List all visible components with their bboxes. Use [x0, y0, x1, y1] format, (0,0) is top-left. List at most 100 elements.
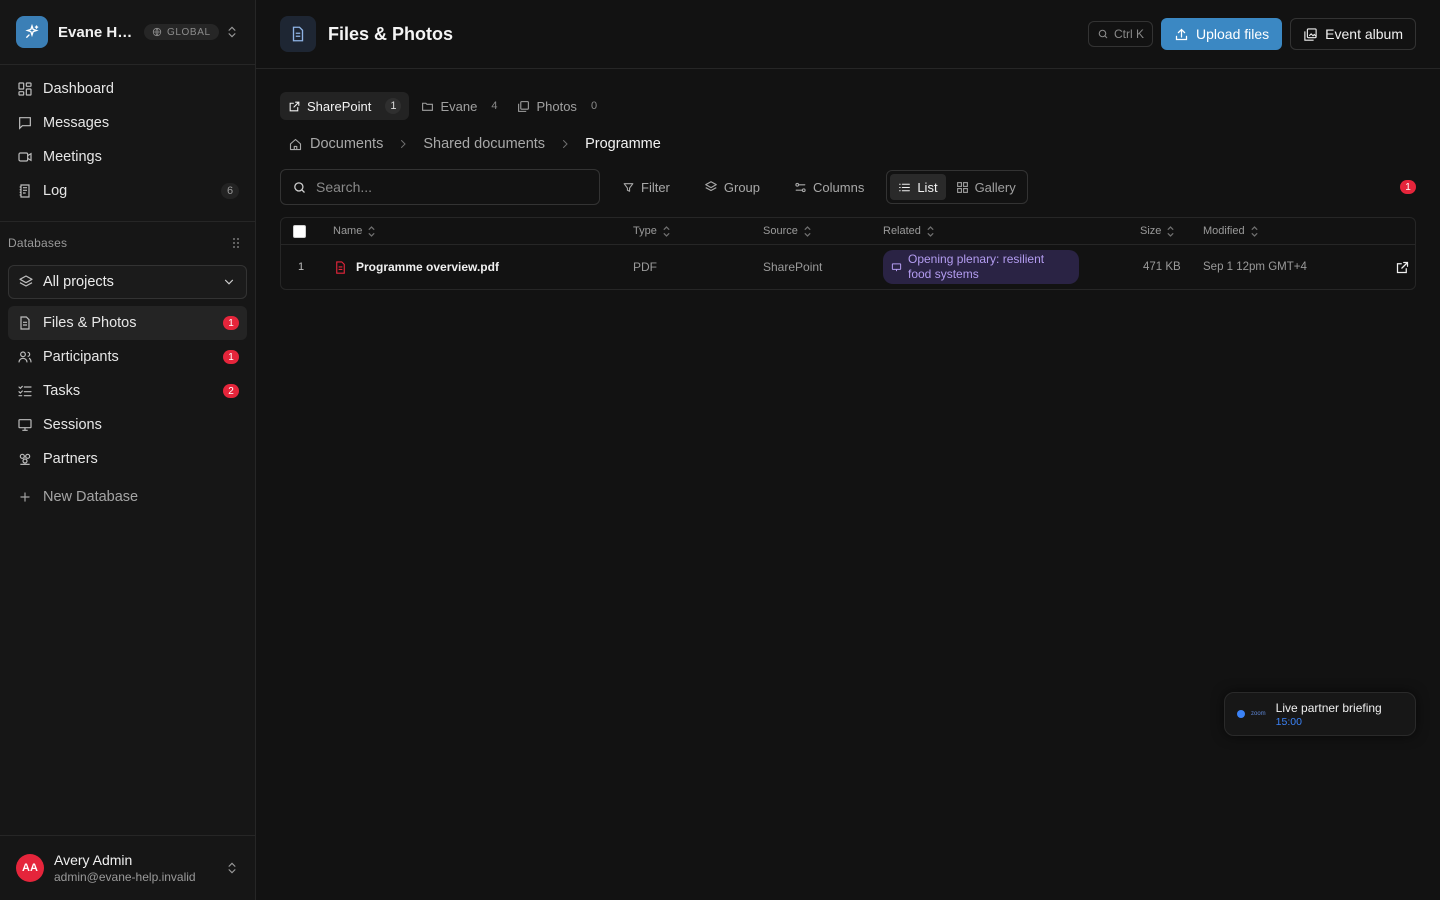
sidebar-item-tasks[interactable]: Tasks 2 [8, 374, 247, 408]
upload-files-button[interactable]: Upload files [1161, 18, 1283, 50]
filter-button[interactable]: Filter [614, 173, 678, 201]
tab-count: 0 [590, 100, 598, 112]
tab-sharepoint[interactable]: SharePoint 1 [280, 92, 410, 120]
columns-icon [795, 182, 806, 192]
tab-count: 4 [491, 100, 498, 112]
database-nav: Files & Photos 1 Participants 1 Tasks 2 … [0, 306, 255, 514]
tab-count: 1 [385, 98, 402, 114]
sidebar-item-files-photos[interactable]: Files & Photos 1 [8, 306, 247, 340]
nav-item-log[interactable]: Log 6 [8, 174, 247, 208]
document-icon [280, 16, 316, 52]
filter-label: Filter [641, 179, 670, 195]
column-label: Source [763, 225, 798, 237]
databases-heading: Databases [8, 236, 68, 250]
handshake-icon [16, 450, 34, 468]
nav-item-messages[interactable]: Messages [8, 106, 247, 140]
nav-item-label: Messages [43, 115, 110, 131]
users-icon [16, 348, 34, 366]
tab-photos[interactable]: Photos 0 [509, 92, 605, 120]
event-album-button[interactable]: Event album [1290, 18, 1416, 50]
columns-label: Columns [813, 179, 865, 195]
columns-button[interactable]: Columns [786, 173, 872, 201]
gallery-view-button[interactable]: Gallery [948, 174, 1024, 200]
sidebar-item-label: Tasks [43, 383, 81, 399]
file-name-cell[interactable]: Programme overview.pdf [333, 260, 499, 275]
chevrons-up-down-icon[interactable] [225, 861, 239, 875]
column-label: Type [633, 225, 657, 237]
toast-time: 15:00 [1275, 715, 1302, 728]
project-select[interactable]: All projects [8, 265, 247, 299]
related-cell: Opening plenary: resilient food systems [883, 250, 1079, 284]
chevron-right-icon [397, 138, 409, 150]
table-toolbar: Search... Filter Group Columns List Gall… [280, 169, 1416, 205]
nav-item-label: Log [43, 183, 68, 199]
select-all-checkbox[interactable] [293, 224, 306, 238]
chevrons-up-down-icon[interactable] [225, 25, 239, 39]
shortcut-label: Ctrl K [1114, 27, 1145, 41]
sidebar: Evane He... GLOBAL Dashboard Messages Me… [0, 0, 256, 900]
user-menu[interactable]: AA Avery Admin admin@evane-help.invalid [0, 835, 255, 900]
photos-icon [518, 100, 530, 112]
layers-icon [705, 181, 717, 192]
column-header-related[interactable]: Related [883, 225, 935, 237]
notification-badge: 1 [223, 350, 239, 364]
toast-text: Live partner briefing 15:00 [1276, 701, 1382, 728]
column-label: Modified [1203, 225, 1245, 237]
tab-label: Evane [440, 98, 478, 114]
nav-item-dashboard[interactable]: Dashboard [8, 72, 247, 106]
main-nav: Dashboard Messages Meetings Log 6 [0, 65, 255, 208]
table-header: Name Type Source Related Size Modified [281, 218, 1415, 245]
open-external-icon[interactable] [1395, 260, 1410, 275]
breadcrumb: Documents Shared documents Programme [280, 133, 1416, 155]
new-database-button[interactable]: New Database [8, 480, 247, 514]
plus-icon [16, 488, 34, 506]
column-header-name[interactable]: Name [333, 225, 376, 237]
header-actions: Ctrl K Upload files Event album [1088, 18, 1416, 50]
message-icon [16, 114, 34, 132]
table-row[interactable]: 1 Programme overview.pdf PDF SharePoint … [281, 245, 1415, 289]
home-icon[interactable] [288, 137, 303, 152]
breadcrumb-documents[interactable]: Documents [310, 136, 383, 152]
folder-icon [422, 102, 434, 111]
event-album-label: Event album [1325, 26, 1403, 42]
layers-icon [18, 274, 34, 290]
live-indicator [1237, 710, 1245, 718]
log-count: 6 [221, 183, 239, 199]
workspace-logo-icon [16, 16, 48, 48]
nav-item-meetings[interactable]: Meetings [8, 140, 247, 174]
sidebar-item-partners[interactable]: Partners [8, 442, 247, 476]
gallery-icon [1304, 27, 1317, 41]
column-header-type[interactable]: Type [633, 225, 671, 237]
related-session-chip[interactable]: Opening plenary: resilient food systems [883, 250, 1079, 284]
tab-evane[interactable]: Evane 4 [413, 92, 505, 120]
file-size: 471 KB [1143, 261, 1181, 273]
list-label: List [917, 179, 938, 195]
workspace-switcher[interactable]: Evane He... GLOBAL [0, 0, 255, 65]
related-line-1: Opening plenary: resilient [908, 252, 1045, 266]
dashboard-icon [16, 80, 34, 98]
pdf-file-icon [336, 260, 345, 274]
breadcrumb-shared-documents[interactable]: Shared documents [423, 136, 545, 152]
column-header-source[interactable]: Source [763, 225, 812, 237]
drag-handle-icon[interactable] [231, 237, 241, 249]
search-placeholder: Search... [316, 179, 373, 195]
files-view: SharePoint 1 Evane 4 Photos 0 Documents [256, 69, 1440, 290]
column-label: Size [1140, 225, 1162, 237]
command-search-button[interactable]: Ctrl K [1088, 21, 1154, 47]
search-icon [1098, 29, 1108, 39]
sort-icon [804, 225, 811, 237]
list-view-button[interactable]: List [890, 174, 946, 200]
search-input[interactable]: Search... [280, 169, 600, 205]
list-icon [899, 183, 911, 191]
column-header-modified[interactable]: Modified [1203, 225, 1259, 237]
alert-badge[interactable]: 1 [1400, 180, 1416, 194]
sidebar-item-sessions[interactable]: Sessions [8, 408, 247, 442]
column-header-size[interactable]: Size [1140, 225, 1175, 237]
group-button[interactable]: Group [696, 173, 768, 201]
sidebar-item-label: Partners [43, 451, 98, 467]
sidebar-item-participants[interactable]: Participants 1 [8, 340, 247, 374]
notification-badge: 1 [223, 316, 239, 330]
meeting-toast[interactable]: zoom Live partner briefing 15:00 [1224, 692, 1416, 736]
view-toggle: List Gallery [886, 170, 1028, 204]
sort-icon [1250, 225, 1258, 237]
